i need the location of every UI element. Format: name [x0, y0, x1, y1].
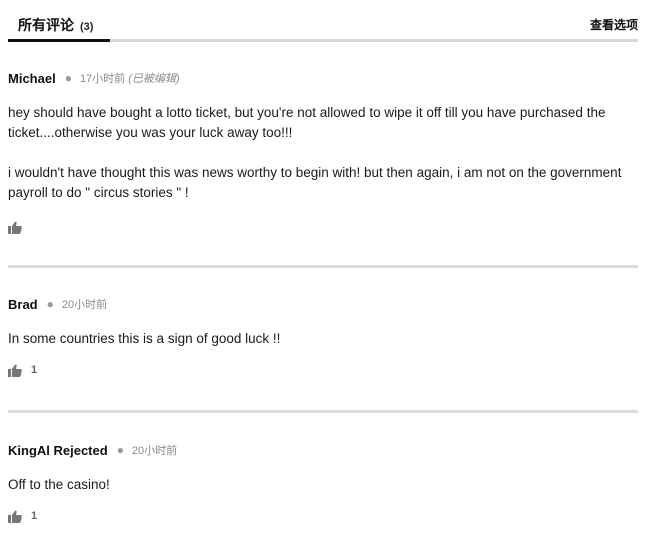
tab-title: 所有评论	[18, 17, 74, 33]
tab-all-comments[interactable]: 所有评论 (3)	[8, 0, 110, 42]
comment-paragraph: hey should have bought a lotto ticket, b…	[8, 105, 606, 140]
comment-divider	[8, 410, 638, 413]
comment-item: Brad ● 20小时前 In some countries this is a…	[8, 295, 638, 377]
comment-time: 20小时前	[131, 445, 178, 457]
view-options-link[interactable]: 查看选项	[590, 16, 638, 33]
thumbs-up-icon	[8, 510, 22, 523]
comment-meta: KingAl Rejected ● 20小时前	[8, 441, 638, 459]
dot-separator: ●	[116, 443, 124, 457]
comment-author[interactable]: KingAl Rejected	[8, 443, 108, 458]
comment-time: 17小时前	[79, 73, 126, 85]
comment-body: hey should have bought a lotto ticket, b…	[8, 103, 638, 203]
comment-author[interactable]: Brad	[8, 297, 38, 312]
comment-count: (3)	[80, 21, 94, 33]
comment-time: 20小时前	[61, 299, 108, 311]
comment-meta: Brad ● 20小时前	[8, 295, 638, 313]
comment-body: Off to the casino!	[8, 475, 638, 495]
like-button[interactable]	[8, 220, 638, 234]
comment-meta: Michael ● 17小时前 (已被编辑)	[8, 69, 638, 87]
like-button[interactable]: 1	[8, 509, 638, 523]
dot-separator: ●	[46, 297, 54, 311]
like-count: 1	[31, 510, 38, 522]
comment-paragraph: i wouldn't have thought this was news wo…	[8, 165, 622, 200]
comment-paragraph: In some countries this is a sign of good…	[8, 331, 281, 346]
comment-item: Michael ● 17小时前 (已被编辑) hey should have b…	[8, 69, 638, 234]
like-button[interactable]: 1	[8, 363, 638, 377]
comment-divider	[8, 265, 638, 268]
comment-paragraph: Off to the casino!	[8, 477, 110, 492]
comment-author[interactable]: Michael	[8, 71, 56, 86]
dot-separator: ●	[64, 71, 72, 85]
thumbs-up-icon	[8, 364, 22, 377]
edited-label: (已被编辑)	[128, 73, 180, 85]
like-count: 1	[31, 364, 38, 376]
comments-header: 所有评论 (3) 查看选项	[8, 0, 638, 42]
comment-item: KingAl Rejected ● 20小时前 Off to the casin…	[8, 441, 638, 523]
comment-body: In some countries this is a sign of good…	[8, 329, 638, 349]
thumbs-up-icon	[8, 221, 22, 234]
